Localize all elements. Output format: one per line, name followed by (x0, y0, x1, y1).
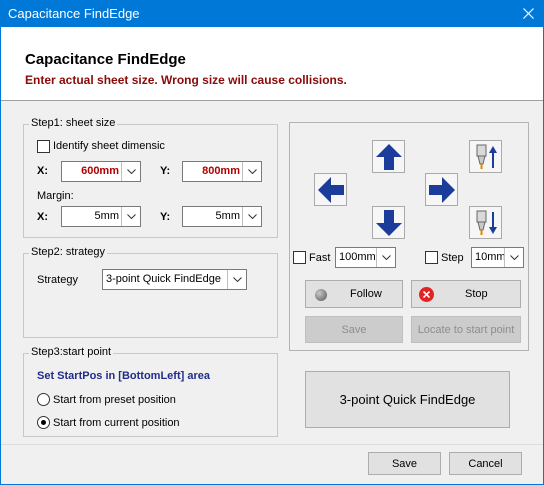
step2-legend: Step2: strategy (29, 246, 107, 258)
head-down-button[interactable] (469, 206, 502, 239)
save-button[interactable]: Save (368, 452, 441, 475)
step-checkbox[interactable] (425, 251, 438, 264)
identify-sheet-label: Identify sheet dimensic (53, 140, 165, 152)
start-position-heading: Set StartPos in [BottomLeft] area (37, 370, 210, 382)
arrow-left-icon (317, 176, 344, 203)
start-current-label: Start from current position (53, 417, 180, 429)
chevron-down-icon (504, 248, 523, 267)
arrow-down-icon (375, 209, 402, 236)
start-current-radio[interactable] (37, 416, 50, 429)
stop-button[interactable]: Stop (411, 280, 521, 308)
margin-y-value: 5mm (215, 210, 240, 222)
move-left-button[interactable] (314, 173, 347, 206)
speed-select[interactable]: 100mm/s (335, 247, 396, 268)
step-label: Step (441, 252, 464, 264)
chevron-down-icon (242, 162, 261, 181)
stop-icon (419, 287, 434, 302)
strategy-label: Strategy (37, 274, 78, 286)
margin-x-label: X: (37, 211, 48, 223)
sheet-y-select[interactable]: 800mm (182, 161, 262, 182)
step-size-select[interactable]: 10mm (471, 247, 524, 268)
dialog-header: Capacitance FindEdge Enter actual sheet … (1, 27, 543, 101)
jog-save-button[interactable]: Save (305, 316, 403, 343)
strategy-value: 3-point Quick FindEdge (106, 273, 221, 285)
speed-value: 100mm/s (339, 251, 375, 263)
start-preset-radio[interactable] (37, 393, 50, 406)
chevron-down-icon (121, 162, 140, 181)
header-warning: Enter actual sheet size. Wrong size will… (25, 73, 347, 87)
follow-button[interactable]: Follow (305, 280, 403, 308)
sheet-y-value: 800mm (202, 165, 240, 177)
chevron-down-icon (227, 270, 246, 289)
step3-legend: Step3:start point (29, 346, 114, 358)
move-down-button[interactable] (372, 206, 405, 239)
locate-start-button[interactable]: Locate to start point (411, 316, 521, 343)
x-label: X: (37, 165, 48, 177)
cutting-head-down-icon (476, 210, 497, 235)
fast-checkbox[interactable] (293, 251, 306, 264)
arrow-right-icon (428, 176, 455, 203)
move-right-button[interactable] (425, 173, 458, 206)
margin-label: Margin: (37, 190, 74, 202)
stop-label: Stop (465, 288, 488, 300)
window-title: Capacitance FindEdge (8, 6, 140, 21)
follow-status-icon (315, 289, 327, 301)
move-up-button[interactable] (372, 140, 405, 173)
title-bar: Capacitance FindEdge (0, 0, 544, 27)
sheet-x-value: 600mm (81, 165, 119, 177)
step2-group: Step2: strategy (23, 246, 278, 338)
fast-label: Fast (309, 252, 331, 264)
arrow-up-icon (375, 143, 402, 170)
identify-sheet-checkbox[interactable] (37, 140, 50, 153)
y-label: Y: (160, 165, 171, 177)
cancel-button[interactable]: Cancel (449, 452, 522, 475)
strategy-select[interactable]: 3-point Quick FindEdge (102, 269, 247, 290)
chevron-down-icon (376, 248, 395, 267)
margin-y-label: Y: (160, 211, 171, 223)
follow-label: Follow (350, 288, 382, 300)
margin-y-select[interactable]: 5mm (182, 206, 262, 227)
close-icon[interactable] (512, 0, 544, 27)
chevron-down-icon (121, 207, 140, 226)
margin-x-value: 5mm (94, 210, 119, 222)
sheet-x-select[interactable]: 600mm (61, 161, 141, 182)
start-preset-label: Start from preset position (53, 394, 176, 406)
chevron-down-icon (242, 207, 261, 226)
step-size-value: 10mm (475, 251, 506, 263)
cutting-head-up-icon (476, 144, 497, 169)
quick-findedge-button[interactable]: 3-point Quick FindEdge (305, 371, 510, 428)
header-title: Capacitance FindEdge (25, 51, 186, 68)
step1-legend: Step1: sheet size (29, 117, 118, 129)
footer-divider (1, 444, 543, 445)
margin-x-select[interactable]: 5mm (61, 206, 141, 227)
head-up-button[interactable] (469, 140, 502, 173)
